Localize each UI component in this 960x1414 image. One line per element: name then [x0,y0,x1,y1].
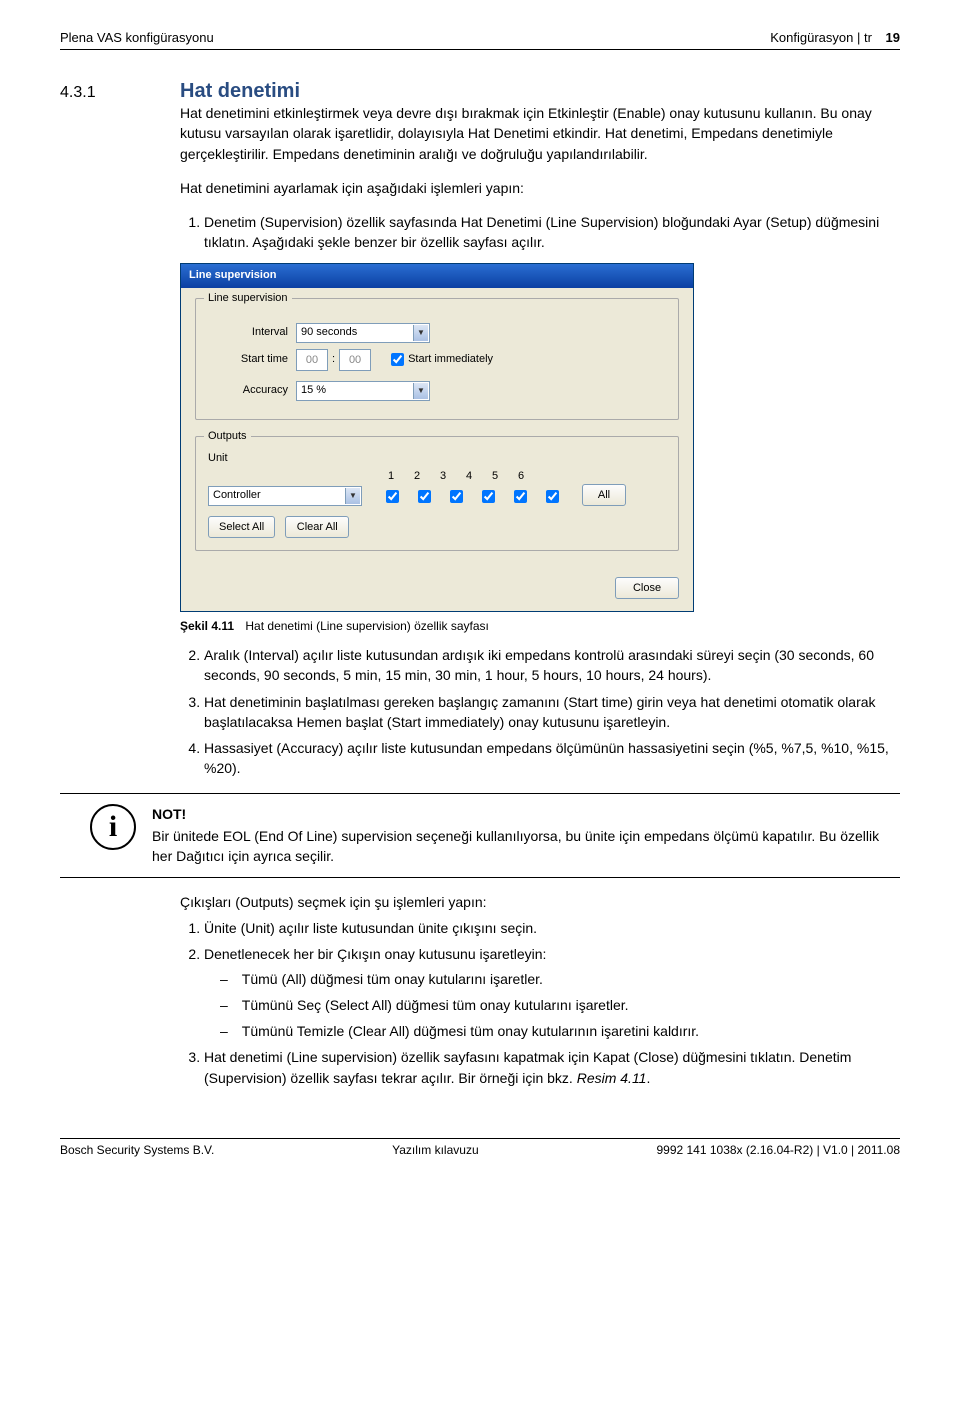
chevron-down-icon: ▼ [345,488,360,504]
group-label: Outputs [204,429,251,445]
output-num: 5 [488,469,502,485]
accuracy-dropdown[interactable]: 15 % ▼ [296,381,430,401]
list-item: Tümü (All) düğmesi tüm onay kutularını i… [244,969,900,989]
list-item: Tümünü Seç (Select All) düğmesi tüm onay… [244,995,900,1015]
accuracy-value: 15 % [301,383,326,399]
output-num: 6 [514,469,528,485]
page-number: 19 [886,30,900,45]
header-section-label: Konfigürasyon | tr [770,30,872,45]
list-item: Tümünü Temizle (Clear All) düğmesi tüm o… [244,1021,900,1041]
ordered-list-1: Denetim (Supervision) özellik sayfasında… [180,212,900,253]
output-checkbox-3[interactable] [450,490,463,503]
interval-value: 90 seconds [301,325,357,341]
paragraph-intro: Hat denetimini etkinleştirmek veya devre… [180,103,900,164]
chevron-down-icon: ▼ [413,383,428,399]
ordered-list-3: Ünite (Unit) açılır liste kutusundan üni… [180,918,900,1088]
list-item: Hat denetiminin başlatılması gereken baş… [204,692,900,733]
output-checkbox-1[interactable] [386,490,399,503]
output-checkbox-2[interactable] [418,490,431,503]
line-supervision-dialog: Line supervision Line supervision Interv… [180,263,694,612]
select-all-button[interactable]: Select All [208,516,275,538]
output-num: 4 [462,469,476,485]
output-numbers-row: 1 2 3 4 5 6 [384,469,562,485]
group-label: Line supervision [204,291,292,307]
page-footer: Bosch Security Systems B.V. Yazılım kıla… [60,1138,900,1157]
dash-list: Tümü (All) düğmesi tüm onay kutularını i… [204,969,900,1042]
interval-dropdown[interactable]: 90 seconds ▼ [296,323,430,343]
output-checkbox-5[interactable] [514,490,527,503]
ordered-list-2: Aralık (Interval) açılır liste kutusunda… [180,645,900,779]
dialog-titlebar: Line supervision [181,264,693,288]
start-immediately-label: Start immediately [408,352,493,368]
list-item: Denetlenecek her bir Çıkışın onay kutusu… [204,944,900,1041]
list-item: Hassasiyet (Accuracy) açılır liste kutus… [204,738,900,779]
info-icon: i [90,804,136,850]
figure-caption: Şekil 4.11 Hat denetimi (Line supervisio… [180,618,900,635]
note-body: Bir ünitede EOL (End Of Line) supervisio… [152,828,879,864]
list-item: Hat denetimi (Line supervision) özellik … [204,1047,900,1088]
note-block: i NOT! Bir ünitede EOL (End Of Line) sup… [60,793,900,878]
list-item: Denetim (Supervision) özellik sayfasında… [204,212,900,253]
output-num: 3 [436,469,450,485]
section-title: Hat denetimi [180,80,300,103]
output-checkbox-4[interactable] [482,490,495,503]
start-immediately-checkbox[interactable] [391,353,404,366]
output-checkbox-6[interactable] [546,490,559,503]
start-hour-input[interactable] [296,349,328,371]
unit-label: Unit [208,451,666,467]
all-button[interactable]: All [582,484,626,506]
footer-left: Bosch Security Systems B.V. [60,1143,214,1157]
footer-right: 9992 141 1038x (2.16.04-R2) | V1.0 | 201… [656,1143,900,1157]
header-right: Konfigürasyon | tr 19 [770,30,900,45]
time-colon: : [332,352,335,368]
clear-all-button[interactable]: Clear All [285,516,349,538]
paragraph-steps-intro: Hat denetimini ayarlamak için aşağıdaki … [180,178,900,198]
unit-value: Controller [213,488,261,504]
list-item: Aralık (Interval) açılır liste kutusunda… [204,645,900,686]
close-button[interactable]: Close [615,577,679,599]
start-min-input[interactable] [339,349,371,371]
output-num: 2 [410,469,424,485]
caption-label: Şekil 4.11 [180,619,234,633]
footer-center: Yazılım kılavuzu [392,1143,478,1157]
page-header: Plena VAS konfigürasyonu Konfigürasyon |… [60,30,900,50]
unit-dropdown[interactable]: Controller ▼ [208,486,362,506]
section-number: 4.3.1 [60,84,180,102]
outputs-intro: Çıkışları (Outputs) seçmek için şu işlem… [180,892,900,912]
accuracy-label: Accuracy [208,383,288,399]
header-left: Plena VAS konfigürasyonu [60,30,214,45]
output-num: 1 [384,469,398,485]
start-time-label: Start time [208,352,288,368]
figure-reference: Resim 4.11 [577,1070,647,1086]
list-item: Ünite (Unit) açılır liste kutusundan üni… [204,918,900,938]
group-outputs: Outputs Unit Controller ▼ 1 2 [195,436,679,551]
caption-text: Hat denetimi (Line supervision) özellik … [245,619,488,633]
interval-label: Interval [208,325,288,341]
group-line-supervision: Line supervision Interval 90 seconds ▼ S… [195,298,679,420]
note-heading: NOT! [152,804,900,824]
chevron-down-icon: ▼ [413,325,428,341]
